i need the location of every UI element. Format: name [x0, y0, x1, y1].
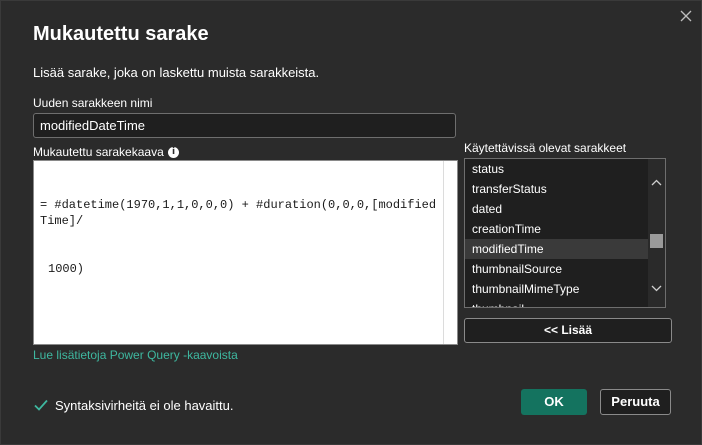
list-item[interactable]: creationTime	[465, 219, 665, 239]
formula-label: Mukautettu sarakekaava	[33, 145, 164, 159]
column-name-label: Uuden sarakkeen nimi	[33, 96, 153, 110]
list-item[interactable]: status	[465, 159, 665, 179]
formula-scrollbar[interactable]	[443, 161, 457, 344]
dialog-subtitle: Lisää sarake, joka on laskettu muista sa…	[33, 65, 320, 80]
list-scrollbar[interactable]	[648, 159, 665, 307]
formula-text[interactable]: = #datetime(1970,1,1,0,0,0) + #duration(…	[40, 165, 440, 309]
check-icon	[33, 397, 49, 413]
scroll-thumb[interactable]	[650, 234, 663, 248]
chevron-down-icon[interactable]	[651, 280, 662, 292]
list-item[interactable]: thumbnailSource	[465, 259, 665, 279]
learn-more-link[interactable]: Lue lisätietoja Power Query -kaavoista	[33, 348, 238, 362]
formula-line-1: = #datetime(1970,1,1,0,0,0) + #duration(…	[40, 198, 437, 228]
formula-line-2: 1000)	[48, 262, 85, 276]
custom-column-dialog: Mukautettu sarake Lisää sarake, joka on …	[0, 0, 702, 445]
ok-button[interactable]: OK	[521, 389, 587, 415]
close-icon[interactable]	[677, 7, 695, 25]
formula-editor[interactable]: = #datetime(1970,1,1,0,0,0) + #duration(…	[33, 160, 458, 345]
available-columns-label: Käytettävissä olevat sarakkeet	[464, 141, 627, 155]
list-item[interactable]: modifiedTime	[465, 239, 665, 259]
add-column-button[interactable]: << Lisää	[464, 318, 672, 343]
info-icon[interactable]: i	[168, 147, 179, 158]
list-item[interactable]: thumbnailMimeType	[465, 279, 665, 299]
list-item[interactable]: dated	[465, 199, 665, 219]
list-item[interactable]: thumbnail	[465, 299, 665, 307]
list-item[interactable]: transferStatus	[465, 179, 665, 199]
column-name-input[interactable]	[33, 113, 456, 138]
cancel-button[interactable]: Peruuta	[600, 389, 671, 415]
available-columns-list[interactable]: status transferStatus dated creationTime mod…	[464, 158, 666, 308]
chevron-up-icon[interactable]	[651, 175, 662, 186]
dialog-title: Mukautettu sarake	[33, 23, 209, 45]
syntax-status: Syntaksivirheitä ei ole havaittu.	[55, 398, 234, 413]
